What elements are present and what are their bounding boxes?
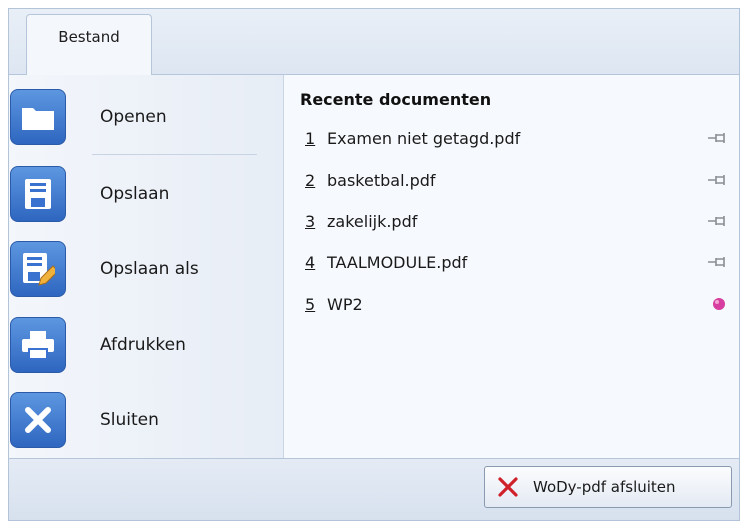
pin-icon[interactable] — [706, 213, 730, 229]
menu-divider — [92, 154, 257, 155]
pin-icon[interactable] — [706, 130, 730, 146]
close-icon — [10, 392, 66, 448]
printer-icon — [10, 317, 66, 373]
recent-title: Recente documenten — [300, 90, 492, 109]
menu-opslaan[interactable]: Opslaan — [10, 160, 260, 228]
menu-afdrukken[interactable]: Afdrukken — [10, 311, 260, 379]
recent-number: 5 — [305, 294, 316, 314]
pin-icon[interactable] — [706, 254, 730, 270]
tab-bestand[interactable]: Bestand — [26, 14, 152, 76]
menu-label: Sluiten — [100, 410, 159, 430]
save-as-icon — [10, 241, 66, 297]
recent-item-1[interactable]: 1 Examen niet getagd.pdf — [305, 122, 735, 154]
recent-filename: TAALMODULE.pdf — [327, 252, 468, 272]
exit-app-button[interactable]: WoDy-pdf afsluiten — [484, 466, 732, 508]
recent-filename: WP2 — [327, 294, 363, 314]
recent-item-2[interactable]: 2 basketbal.pdf — [305, 164, 735, 196]
save-icon — [10, 166, 66, 222]
recent-filename: Examen niet getagd.pdf — [327, 128, 521, 148]
pin-icon[interactable] — [706, 172, 730, 188]
recent-number: 1 — [305, 128, 316, 148]
recent-number: 2 — [305, 170, 316, 190]
recent-number: 3 — [305, 211, 316, 231]
recent-item-4[interactable]: 4 TAALMODULE.pdf — [305, 246, 735, 278]
menu-opslaan-als[interactable]: Opslaan als — [10, 235, 260, 303]
recent-filename: zakelijk.pdf — [327, 211, 418, 231]
menu-sluiten[interactable]: Sluiten — [10, 386, 260, 454]
recent-number: 4 — [305, 252, 316, 272]
menu-label: Openen — [100, 107, 167, 127]
menu-label: Opslaan — [100, 184, 170, 204]
tab-strip: Bestand — [9, 9, 739, 76]
menu-openen[interactable]: Openen — [10, 83, 260, 151]
recent-item-5[interactable]: 5 WP2 — [305, 288, 735, 320]
recent-item-3[interactable]: 3 zakelijk.pdf — [305, 205, 735, 237]
exit-x-icon — [498, 477, 518, 497]
pinned-icon[interactable] — [706, 296, 730, 312]
menu-label: Opslaan als — [100, 259, 199, 279]
menu-label: Afdrukken — [100, 335, 186, 355]
recent-filename: basketbal.pdf — [327, 170, 436, 190]
folder-icon — [10, 89, 66, 145]
exit-label: WoDy-pdf afsluiten — [533, 478, 676, 496]
